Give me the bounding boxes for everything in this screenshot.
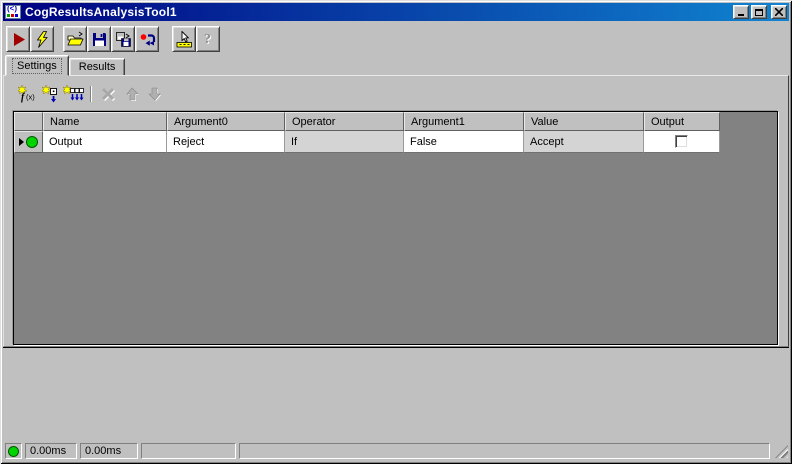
save-button[interactable]: [87, 26, 111, 52]
column-header-value[interactable]: Value: [524, 112, 644, 131]
status-panel4: [239, 443, 770, 459]
grid-toolbar: f (x): [16, 83, 166, 105]
run-icon: [13, 32, 25, 46]
reset-arrow-icon: [140, 33, 155, 46]
minimize-button[interactable]: [733, 5, 749, 19]
arrow-down-icon: [147, 87, 161, 101]
add-all-inputs-button[interactable]: [62, 84, 85, 105]
title-bar: (<) CogResultsAnalysisTool1: [3, 3, 789, 21]
status-panel3: [141, 443, 236, 459]
toolbar-separator: [90, 86, 92, 102]
column-header-operator[interactable]: Operator: [285, 112, 404, 131]
cursor-ruler-icon: [176, 30, 192, 47]
floppy-icon: [92, 32, 106, 46]
grid-header-row: Name Argument0 Operator Argument1 Value …: [14, 112, 720, 131]
save-copy-button[interactable]: [111, 26, 135, 52]
app-window: (<) CogResultsAnalysisTool1 ? ? Settings…: [0, 0, 792, 464]
status-led-icon: [8, 445, 19, 457]
svg-text:?: ?: [204, 32, 211, 47]
column-header-argument0[interactable]: Argument0: [167, 112, 285, 131]
row-header-cell[interactable]: [14, 131, 43, 153]
tab-strip: Settings Results: [3, 55, 789, 76]
column-header-argument1[interactable]: Argument1: [404, 112, 524, 131]
cell-argument0[interactable]: Reject: [167, 131, 285, 153]
delete-button[interactable]: [97, 84, 120, 105]
tab-results-label: Results: [78, 61, 116, 73]
help-button[interactable]: ? ?: [196, 26, 220, 52]
current-row-indicator-icon: [19, 138, 24, 146]
corner-header-cell: [14, 112, 43, 131]
cell-output: [644, 131, 720, 153]
arrow-up-icon: [125, 87, 139, 101]
pointer-tool-button[interactable]: [172, 26, 196, 52]
move-down-button[interactable]: [143, 84, 166, 105]
output-checkbox[interactable]: [675, 135, 688, 148]
status-led-panel: [5, 443, 22, 459]
column-header-output[interactable]: Output: [644, 112, 720, 131]
expressions-grid-region: Name Argument0 Operator Argument1 Value …: [13, 111, 778, 345]
resize-grip[interactable]: [775, 445, 788, 458]
cell-name[interactable]: Output: [43, 131, 167, 153]
cell-operator[interactable]: If: [285, 131, 404, 153]
reset-button[interactable]: [135, 26, 159, 52]
new-inputs-icon: [63, 85, 84, 101]
maximize-icon: [755, 8, 763, 16]
cell-value[interactable]: Accept: [524, 131, 644, 153]
settings-tab-page: f (x) Name Argument0 Operator Argument1 …: [3, 75, 789, 347]
row-status-led-icon: [26, 136, 38, 148]
new-input-icon: [41, 85, 57, 103]
delete-x-icon: [101, 87, 115, 102]
expressions-grid: Name Argument0 Operator Argument1 Value …: [14, 112, 720, 153]
close-button[interactable]: [771, 5, 787, 19]
move-up-button[interactable]: [120, 84, 143, 105]
status-bar: 0.00ms 0.00ms: [3, 441, 789, 461]
app-icon: (<): [5, 5, 21, 19]
status-timer2: 0.00ms: [80, 443, 138, 459]
svg-text:(x): (x): [26, 93, 35, 102]
question-icon: ? ?: [204, 32, 212, 48]
minimize-icon: [738, 14, 744, 16]
cell-argument1[interactable]: False: [404, 131, 524, 153]
column-header-name[interactable]: Name: [43, 112, 167, 131]
live-run-button[interactable]: [30, 26, 54, 52]
table-row: Output Reject If False Accept: [14, 131, 720, 153]
open-folder-icon: [66, 31, 84, 45]
tab-results[interactable]: Results: [68, 58, 126, 76]
run-button[interactable]: [6, 26, 30, 52]
open-file-button[interactable]: [63, 26, 87, 52]
tab-settings[interactable]: Settings: [5, 55, 69, 76]
maximize-button[interactable]: [751, 5, 767, 19]
floppy-copy-icon: [115, 31, 131, 47]
status-timer1: 0.00ms: [25, 443, 77, 459]
close-icon: [775, 8, 783, 16]
add-function-button[interactable]: f (x): [16, 84, 39, 105]
new-function-icon: f (x): [17, 85, 35, 103]
main-toolbar: ? ?: [3, 24, 789, 54]
add-input-button[interactable]: [39, 84, 62, 105]
window-title: CogResultsAnalysisTool1: [25, 5, 177, 19]
lightning-icon: [36, 30, 48, 48]
tab-settings-label: Settings: [12, 57, 62, 74]
